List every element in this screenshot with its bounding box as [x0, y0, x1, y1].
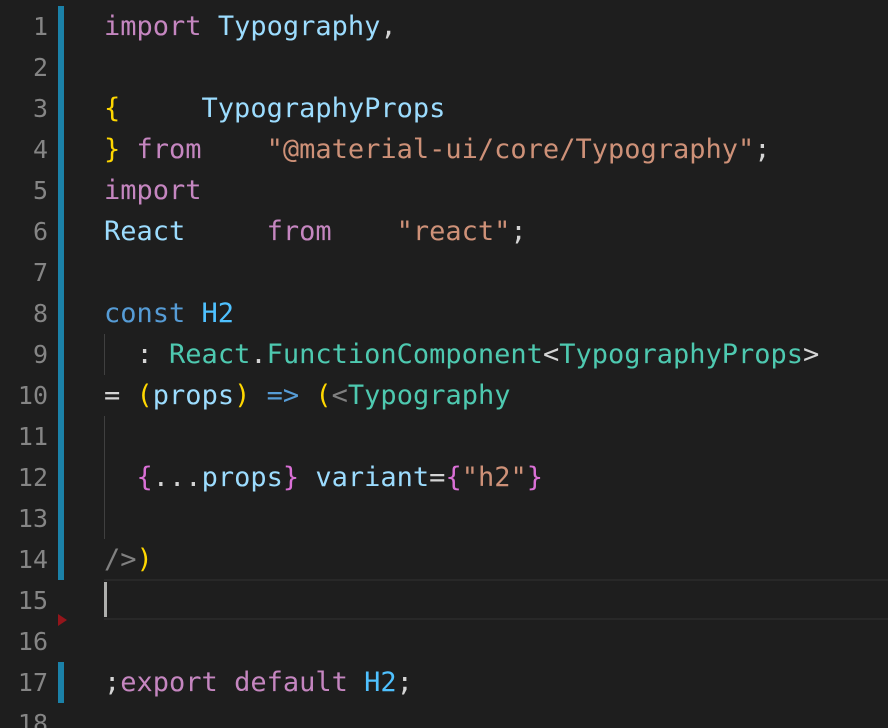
line-number: 16: [17, 627, 48, 656]
token-brace: {: [136, 462, 153, 493]
line-number: 11: [17, 422, 48, 451]
line-number: 18: [17, 709, 48, 728]
code-editor[interactable]: 1 2 3 4 5 6 7 8 9 10 11 12 13 14 15 16 1…: [0, 0, 888, 728]
token-paren: (: [136, 380, 153, 411]
token-keyword: default: [234, 667, 348, 698]
code-line-10: = (props) => (<Typography: [104, 375, 510, 416]
code-line-8: const H2: [104, 293, 234, 334]
git-deleted-indicator[interactable]: [58, 614, 67, 626]
line-number: 17: [17, 668, 48, 697]
token-arrow: =>: [266, 380, 300, 411]
code-line-17: ;export default H2;: [104, 662, 413, 703]
editor-gutter: 1 2 3 4 5 6 7 8 9 10 11 12 13 14 15 16 1…: [0, 0, 88, 728]
line-number: 7: [32, 258, 48, 287]
token-brace: {: [445, 462, 462, 493]
token-string: "@material-ui/core/Typography": [266, 134, 755, 165]
token-punctuation: ,: [380, 11, 397, 42]
token-identifier: React: [104, 216, 186, 247]
token-punctuation: ;: [510, 216, 527, 247]
line-number: 14: [17, 545, 48, 574]
token-punctuation: <: [542, 339, 560, 370]
token-paren: (: [315, 380, 332, 411]
token-identifier: Typography: [217, 11, 381, 42]
token-keyword: from: [136, 134, 202, 165]
token-spread: ...: [152, 462, 202, 493]
token-punctuation: ;: [754, 134, 771, 165]
token-keyword: from: [266, 216, 332, 247]
code-line-4: } from "@material-ui/core/Typography";: [104, 129, 771, 170]
token-brace: }: [104, 134, 121, 165]
code-line-14: />): [104, 539, 153, 580]
code-area[interactable]: import Typography, { TypographyProps } f…: [104, 0, 888, 728]
code-line-6: React from "react";: [104, 211, 527, 252]
token-identifier: H2: [364, 667, 397, 698]
code-line-3: { TypographyProps: [104, 88, 445, 129]
git-modified-indicator[interactable]: [58, 662, 64, 703]
token-paren: ): [234, 380, 251, 411]
token-tag-bracket: <: [331, 380, 348, 411]
token-punctuation: >: [803, 339, 820, 370]
line-number: 2: [32, 53, 48, 82]
line-number: 4: [32, 135, 48, 164]
token-keyword: import: [104, 11, 202, 42]
token-type: TypographyProps: [559, 339, 804, 370]
line-number: 5: [32, 176, 48, 205]
token-keyword: import: [104, 175, 202, 206]
token-string: "react": [396, 216, 511, 247]
code-line-9: : React.FunctionComponent<TypographyProp…: [104, 334, 820, 375]
line-number: 10: [17, 381, 48, 410]
line-number: 15: [17, 586, 48, 615]
token-type: FunctionComponent: [266, 339, 543, 370]
token-attribute: variant: [315, 462, 430, 493]
token-punctuation: ;: [396, 667, 413, 698]
line-number: 1: [32, 12, 48, 41]
token-operator: =: [104, 380, 121, 411]
token-identifier: H2: [201, 298, 235, 329]
token-brace: }: [282, 462, 300, 493]
token-punctuation: .: [250, 339, 267, 370]
token-brace: }: [526, 462, 543, 493]
token-keyword: export: [120, 667, 218, 698]
token-identifier: props: [201, 462, 283, 493]
token-brace: {: [104, 93, 121, 124]
code-line-1: import Typography,: [104, 6, 397, 47]
token-string: "h2": [461, 462, 527, 493]
token-parameter: props: [152, 380, 235, 411]
token-namespace: React: [169, 339, 251, 370]
token-keyword: const: [104, 298, 186, 329]
line-number: 9: [32, 340, 48, 369]
line-number: 3: [32, 94, 48, 123]
git-modified-indicator[interactable]: [58, 6, 64, 580]
token-tag: Typography: [347, 380, 511, 411]
line-number: 13: [17, 504, 48, 533]
token-tag-bracket: />: [104, 544, 137, 575]
token-operator: =: [429, 462, 446, 493]
token-punctuation: ;: [104, 667, 121, 698]
code-line-5: import: [104, 170, 202, 211]
token-identifier: TypographyProps: [201, 93, 446, 124]
token-paren: ): [136, 544, 153, 575]
line-number: 6: [32, 217, 48, 246]
code-line-12: {...props} variant={"h2"}: [104, 457, 543, 498]
line-number: 12: [17, 463, 48, 492]
line-number: 8: [32, 299, 48, 328]
token-punctuation: :: [136, 339, 153, 370]
